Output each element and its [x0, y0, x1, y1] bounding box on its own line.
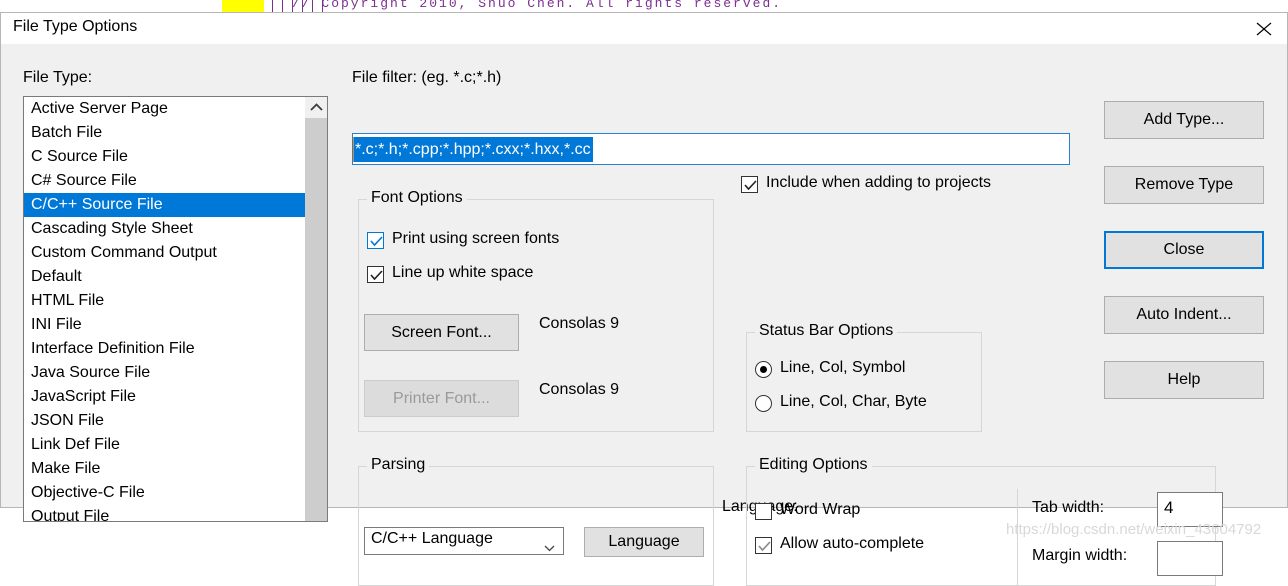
list-item-label: Active Server Page: [31, 100, 168, 117]
language-dropdown[interactable]: C/C++ Language: [364, 527, 564, 555]
checkbox-box: [367, 266, 384, 283]
file-filter-value: *.c;*.h;*.cpp;*.hpp;*.cxx;*.hxx,*.cc: [354, 137, 593, 162]
checkbox-label: Line up white space: [392, 264, 534, 281]
close-button[interactable]: Close: [1104, 231, 1264, 269]
parsing-group: Parsing Language: C/C++ Language Languag…: [358, 456, 798, 586]
add-type-button[interactable]: Add Type...: [1104, 101, 1264, 139]
list-item-label: Cascading Style Sheet: [31, 220, 193, 237]
list-item-label: C/C++ Source File: [31, 196, 163, 213]
checkbox-box: [755, 503, 772, 520]
check-icon: [370, 236, 383, 247]
list-item[interactable]: Interface Definition File: [24, 337, 305, 361]
list-item-label: Output File: [31, 508, 110, 522]
checkbox-label: Allow auto-complete: [780, 535, 925, 552]
checkbox-box: [741, 176, 758, 193]
check-icon: [758, 541, 771, 552]
list-item[interactable]: C# Source File: [24, 169, 305, 193]
dialog-title: File Type Options: [13, 18, 138, 35]
list-item-label: C# Source File: [31, 172, 137, 189]
chevron-up-glyph: [310, 103, 323, 111]
help-button[interactable]: Help: [1104, 361, 1264, 399]
close-icon[interactable]: [1241, 13, 1287, 44]
check-icon: [744, 180, 757, 191]
screen-font-value: Consolas 9: [539, 315, 620, 332]
editing-options-group: Editing Options Word Wrap Allow auto-com…: [746, 456, 1223, 586]
printer-font-value: Consolas 9: [539, 381, 620, 398]
list-item-label: INI File: [31, 316, 82, 333]
list-item-label: Objective-C File: [31, 484, 145, 501]
list-item[interactable]: Objective-C File: [24, 481, 305, 505]
language-dropdown-value: C/C++ Language: [371, 530, 493, 547]
list-item-label: Custom Command Output: [31, 244, 217, 261]
list-item[interactable]: Make File: [24, 457, 305, 481]
list-item[interactable]: Default: [24, 265, 305, 289]
file-type-label: File Type:: [23, 69, 93, 86]
checkbox-label: Word Wrap: [780, 501, 861, 518]
status-bar-options-group: Status Bar Options Line, Col, Symbol Lin…: [746, 322, 982, 432]
list-item[interactable]: JavaScript File: [24, 385, 305, 409]
file-filter-label: File filter: (eg. *.c;*.h): [352, 69, 502, 86]
checkbox-label: Include when adding to projects: [766, 174, 992, 191]
dialog-body: File Type: Active Server Page Batch File C…: [1, 44, 1287, 586]
list-item-label: Java Source File: [31, 364, 151, 381]
list-item[interactable]: HTML File: [24, 289, 305, 313]
listbox-scrollbar[interactable]: [305, 97, 327, 521]
code-line-text: // Copyright 2010, Shuo Chen. All rights…: [292, 0, 783, 11]
close-glyph: [1256, 22, 1272, 36]
radio-label: Line, Col, Symbol: [780, 359, 906, 376]
file-type-list-items: Active Server Page Batch File C Source Fil…: [24, 97, 305, 522]
list-item[interactable]: Custom Command Output: [24, 241, 305, 265]
list-item[interactable]: Batch File: [24, 121, 305, 145]
editing-options-divider: [1017, 489, 1018, 586]
list-item[interactable]: Active Server Page: [24, 97, 305, 121]
dialog-titlebar: File Type Options: [1, 13, 1287, 44]
checkbox-label: Print using screen fonts: [392, 230, 560, 247]
file-type-options-dialog: File Type Options File Type: Active Serv…: [0, 12, 1288, 586]
radio-circle: [755, 395, 772, 412]
radio-label: Line, Col, Char, Byte: [780, 393, 927, 410]
list-item-label: Batch File: [31, 124, 103, 141]
list-item[interactable]: C Source File: [24, 145, 305, 169]
list-item[interactable]: INI File: [24, 313, 305, 337]
margin-width-input[interactable]: [1157, 541, 1223, 576]
list-item-label: JavaScript File: [31, 388, 136, 405]
auto-indent-button[interactable]: Auto Indent...: [1104, 296, 1264, 334]
list-item-label: JSON File: [31, 412, 104, 429]
printer-font-button: Printer Font...: [364, 380, 519, 417]
checkbox-box: [755, 537, 772, 554]
font-options-title: Font Options: [367, 189, 467, 207]
list-item-label: HTML File: [31, 292, 105, 309]
status-bar-options-title: Status Bar Options: [755, 322, 898, 340]
scrollbar-thumb[interactable]: [305, 118, 327, 521]
file-type-listbox[interactable]: Active Server Page Batch File C Source Fil…: [23, 96, 328, 522]
list-item-label: Make File: [31, 460, 101, 477]
list-item-label: C Source File: [31, 148, 128, 165]
tab-width-input[interactable]: 4: [1157, 492, 1223, 527]
list-item-label: Default: [31, 268, 82, 285]
text-caret: [353, 137, 354, 162]
list-item[interactable]: C/C++ Source File: [24, 193, 305, 217]
language-button[interactable]: Language: [584, 527, 704, 557]
checkbox-box: [367, 232, 384, 249]
list-item[interactable]: Java Source File: [24, 361, 305, 385]
check-icon: [370, 270, 383, 281]
code-highlight-block: [222, 0, 264, 12]
list-item[interactable]: Cascading Style Sheet: [24, 217, 305, 241]
list-item-label: Link Def File: [31, 436, 120, 453]
screen-font-button[interactable]: Screen Font...: [364, 314, 519, 351]
list-item-label: Interface Definition File: [31, 340, 195, 357]
chevron-down-icon: [544, 539, 555, 556]
tab-width-value: 4: [1164, 498, 1174, 517]
remove-type-button[interactable]: Remove Type: [1104, 166, 1264, 204]
file-filter-input[interactable]: *.c;*.h;*.cpp;*.hpp;*.cxx;*.hxx,*.cc: [352, 133, 1070, 165]
chevron-down-glyph: [544, 545, 555, 552]
editing-options-title: Editing Options: [755, 456, 872, 474]
list-item[interactable]: Link Def File: [24, 433, 305, 457]
chevron-up-icon[interactable]: [305, 97, 327, 117]
margin-width-label: Margin width:: [1032, 547, 1128, 564]
radio-circle: [755, 361, 772, 378]
tab-width-label: Tab width:: [1032, 499, 1105, 516]
list-item[interactable]: JSON File: [24, 409, 305, 433]
parsing-title: Parsing: [367, 456, 430, 474]
